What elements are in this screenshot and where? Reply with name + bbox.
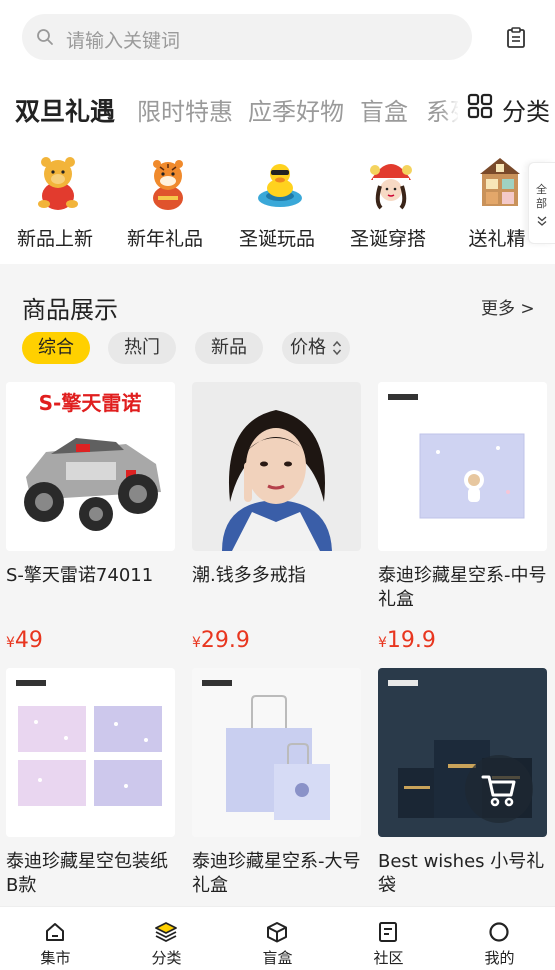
quick-category-new[interactable]: 新品上新 bbox=[0, 148, 110, 258]
quick-category-newyear[interactable]: 新年礼品 bbox=[110, 148, 220, 258]
box-icon bbox=[267, 922, 287, 943]
product-card[interactable]: 潮.钱多多戒指 ¥29.9 bbox=[192, 382, 361, 662]
duck-float-icon bbox=[258, 164, 302, 207]
wrapping-paper-image bbox=[6, 668, 175, 837]
category-button-label: 分类 bbox=[502, 98, 550, 126]
nav-market[interactable]: 集市 bbox=[0, 907, 111, 970]
star-gift-box-image bbox=[378, 382, 547, 551]
double-chevron-down-icon bbox=[537, 216, 547, 226]
nav-community[interactable]: 社区 bbox=[333, 907, 444, 970]
model-portrait-image bbox=[192, 382, 361, 551]
price-value: 19.9 bbox=[386, 628, 436, 653]
product-image bbox=[192, 382, 361, 551]
pooh-bear-icon bbox=[38, 157, 78, 210]
sort-arrows-icon bbox=[332, 340, 342, 356]
product-name: 泰迪珍藏星空包装纸B款 bbox=[6, 851, 168, 896]
search-icon bbox=[37, 29, 53, 45]
product-card[interactable]: 泰迪珍藏星空系-中号礼盒 ¥19.9 bbox=[378, 382, 547, 662]
bottom-navigation: 集市 分类 盲盒 社区 我的 bbox=[0, 906, 555, 970]
quick-category-label: 圣诞玩品 bbox=[238, 228, 315, 250]
product-name: 潮.钱多多戒指 bbox=[192, 565, 306, 586]
filter-new[interactable]: 新品 bbox=[195, 332, 263, 364]
quick-category-label: 新年礼品 bbox=[126, 228, 203, 250]
more-link[interactable]: 更多 > bbox=[481, 294, 535, 319]
all-categories-label: 全部 bbox=[536, 183, 547, 210]
nav-label: 集市 bbox=[40, 949, 71, 967]
product-image: S-擎天雷诺 bbox=[6, 382, 175, 551]
product-image bbox=[6, 668, 175, 837]
nav-label: 我的 bbox=[484, 949, 515, 967]
product-name: 泰迪珍藏星空系-中号礼盒 bbox=[378, 565, 547, 610]
product-image bbox=[378, 382, 547, 551]
filter-price-label: 价格 bbox=[290, 337, 326, 358]
tab-holiday-gifts[interactable]: 双旦礼遇 bbox=[15, 92, 115, 128]
home-icon bbox=[46, 923, 64, 941]
quick-category-xmas-toys[interactable]: 圣诞玩品 bbox=[222, 148, 332, 258]
layers-icon bbox=[155, 922, 177, 943]
quick-category-xmas-outfit[interactable]: 圣诞穿搭 bbox=[333, 148, 443, 258]
quick-category-label: 圣诞穿搭 bbox=[349, 228, 426, 250]
filter-bar: 综合 热门 新品 价格 bbox=[0, 332, 555, 366]
price-value: 29.9 bbox=[200, 628, 250, 653]
search-bar-row: 请输入关键词 bbox=[0, 0, 555, 76]
product-name: Best wishes 小号礼袋 bbox=[378, 851, 545, 896]
price-symbol: ¥ bbox=[192, 635, 201, 651]
race-car-toy-image: S-擎天雷诺 bbox=[6, 382, 175, 551]
nav-blind-box[interactable]: 盲盒 bbox=[222, 907, 333, 970]
all-categories-button[interactable]: 全部 bbox=[528, 162, 555, 244]
tab-seasonal[interactable]: 应季好物 bbox=[248, 92, 344, 127]
gift-bags-image bbox=[192, 668, 361, 837]
filter-comprehensive[interactable]: 综合 bbox=[22, 332, 90, 364]
filter-price[interactable]: 价格 bbox=[282, 332, 350, 364]
product-name: 泰迪珍藏星空系-大号礼盒 bbox=[192, 851, 361, 896]
profile-circle-icon bbox=[489, 922, 509, 942]
nav-label: 分类 bbox=[151, 949, 182, 967]
cart-button[interactable] bbox=[465, 755, 533, 823]
quick-category-strip: 新品上新 新年礼品 圣诞玩品 圣诞穿搭 送礼精 bbox=[0, 148, 555, 258]
tab-limited-deals[interactable]: 限时特惠 bbox=[137, 92, 233, 127]
category-button[interactable]: 分类 bbox=[458, 84, 555, 132]
product-price: ¥19.9 bbox=[378, 628, 436, 653]
clipboard-icon[interactable] bbox=[506, 27, 526, 49]
search-input[interactable]: 请输入关键词 bbox=[22, 14, 472, 60]
shopping-cart-icon bbox=[481, 775, 516, 807]
product-card[interactable]: 泰迪珍藏星空系-大号礼盒 bbox=[192, 668, 361, 906]
section-title: 商品展示 bbox=[22, 296, 118, 324]
product-image bbox=[192, 668, 361, 837]
dollhouse-icon bbox=[480, 158, 520, 206]
nav-category[interactable]: 分类 bbox=[111, 907, 222, 970]
nav-profile[interactable]: 我的 bbox=[444, 907, 555, 970]
grid-icon bbox=[467, 93, 493, 119]
nav-label: 社区 bbox=[373, 949, 404, 967]
price-symbol: ¥ bbox=[378, 635, 387, 651]
price-value: 49 bbox=[14, 628, 43, 653]
nav-label: 盲盒 bbox=[262, 949, 293, 967]
product-price: ¥49 bbox=[6, 628, 43, 653]
document-icon bbox=[379, 922, 397, 942]
price-symbol: ¥ bbox=[6, 635, 15, 651]
search-placeholder: 请输入关键词 bbox=[66, 30, 181, 52]
product-price: ¥29.9 bbox=[192, 628, 250, 653]
product-name: S-擎天雷诺74011 bbox=[6, 565, 154, 586]
tiger-plush-icon bbox=[153, 160, 183, 210]
quick-category-label: 新品上新 bbox=[16, 228, 93, 250]
product-image-text: S-擎天雷诺 bbox=[39, 391, 142, 415]
product-card[interactable]: S-擎天雷诺 S-擎天雷诺74011 ¥49 bbox=[6, 382, 175, 662]
lion-hat-girl-icon bbox=[370, 164, 412, 210]
tab-blind-box[interactable]: 盲盒 bbox=[360, 92, 408, 127]
filter-hot[interactable]: 热门 bbox=[108, 332, 176, 364]
product-card[interactable]: 泰迪珍藏星空包装纸B款 bbox=[6, 668, 175, 906]
